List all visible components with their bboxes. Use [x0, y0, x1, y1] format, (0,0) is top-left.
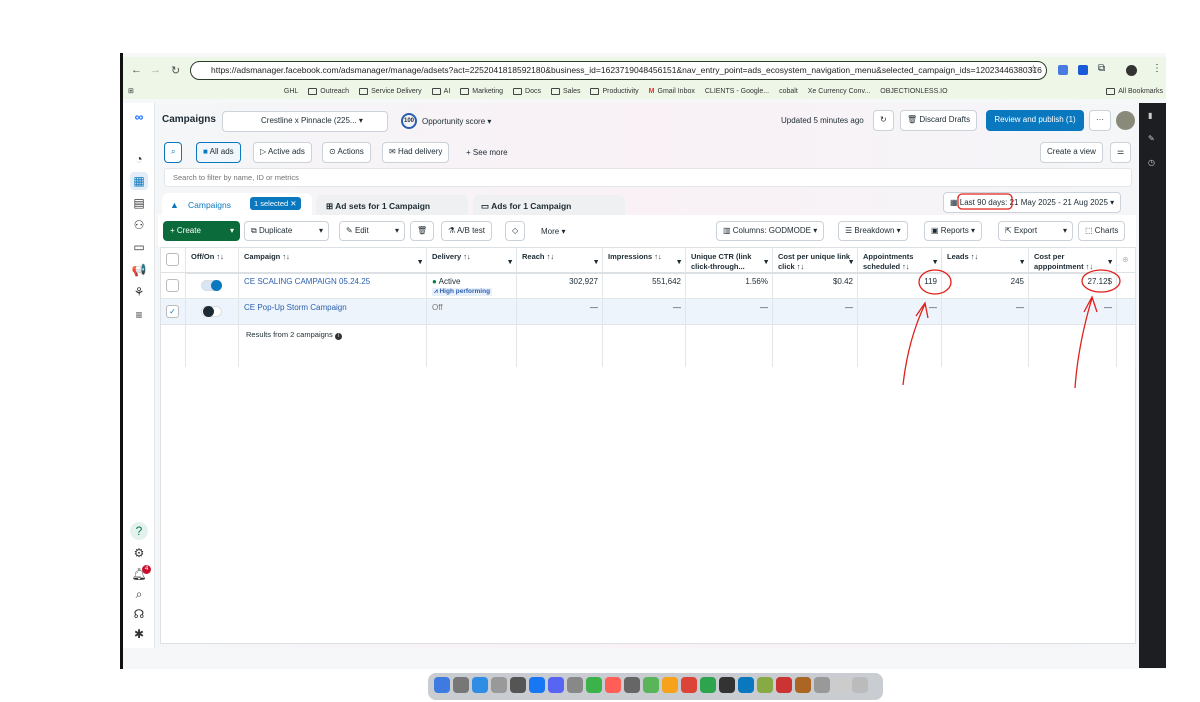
annotation-circle-date	[957, 193, 1013, 210]
dock-app-icon[interactable]	[434, 677, 450, 693]
annotation-circle-appointments	[918, 269, 952, 295]
dock-app-icon[interactable]	[453, 677, 469, 693]
dock-app-icon[interactable]	[567, 677, 583, 693]
annotation-arrow	[902, 301, 929, 386]
dock-app-icon[interactable]	[833, 677, 849, 693]
dock-app-icon[interactable]	[814, 677, 830, 693]
dock-app-icon[interactable]	[776, 677, 792, 693]
dock-app-icon[interactable]	[662, 677, 678, 693]
dock-app-icon[interactable]	[529, 677, 545, 693]
dock-app-icon[interactable]	[586, 677, 602, 693]
annotation-layer	[902, 193, 1121, 389]
dock-app-icon[interactable]	[757, 677, 773, 693]
dock-app-icon[interactable]	[605, 677, 621, 693]
annotation-arrow	[1074, 295, 1098, 389]
dock-app-icon[interactable]	[681, 677, 697, 693]
dock-app-icon[interactable]	[548, 677, 564, 693]
dock-app-icon[interactable]	[643, 677, 659, 693]
dock-app-icon[interactable]	[795, 677, 811, 693]
dock-app-icon[interactable]	[700, 677, 716, 693]
dock-app-icon[interactable]	[719, 677, 735, 693]
dock-app-icon[interactable]	[491, 677, 507, 693]
dock-app-icon[interactable]	[624, 677, 640, 693]
dock-app-icon[interactable]	[738, 677, 754, 693]
annotation-circle-cpa	[1081, 269, 1121, 293]
dock-app-icon[interactable]	[472, 677, 488, 693]
macos-dock	[428, 673, 883, 700]
dock-app-icon[interactable]	[510, 677, 526, 693]
dock-app-icon[interactable]	[852, 677, 868, 693]
